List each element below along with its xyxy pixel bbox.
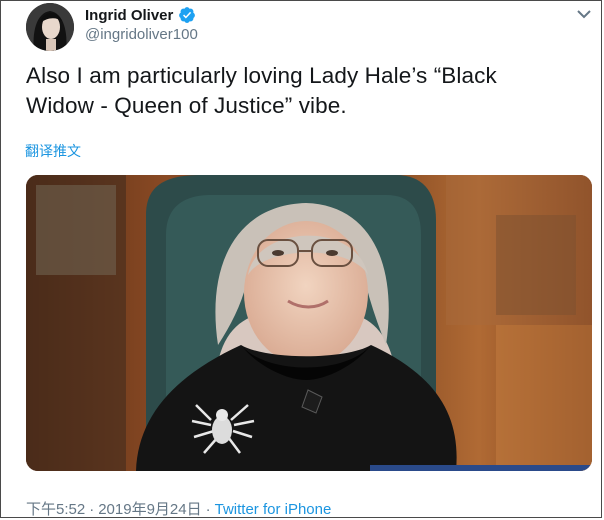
- tweet-date[interactable]: 2019年9月24日: [98, 501, 201, 518]
- tweet-card: Ingrid Oliver @ingridoliver100 Also I am…: [0, 0, 602, 518]
- footer-separator-2: ·: [205, 501, 211, 518]
- avatar-image: [26, 3, 74, 51]
- photo-image: [26, 175, 592, 471]
- tweet-source-link[interactable]: Twitter for iPhone: [215, 501, 332, 518]
- tweet-text-line-2: Widow - Queen of Justice” vibe.: [26, 93, 347, 118]
- translate-tweet-link[interactable]: 翻译推文: [25, 141, 81, 161]
- tweet-text-line-1: Also I am particularly loving Lady Hale’…: [26, 63, 497, 88]
- tweet-photo[interactable]: [26, 175, 592, 471]
- author-handle[interactable]: @ingridoliver100: [85, 26, 198, 43]
- avatar[interactable]: [26, 3, 74, 51]
- tweet-text: Also I am particularly loving Lady Hale’…: [26, 61, 586, 121]
- author-name[interactable]: Ingrid Oliver: [85, 7, 173, 24]
- verified-badge-icon: [179, 7, 196, 23]
- footer-separator-1: ·: [89, 501, 95, 518]
- tweet-time[interactable]: 下午5:52: [26, 501, 85, 518]
- tweet-footer: 下午5:52 · 2019年9月24日 · Twitter for iPhone: [26, 498, 331, 519]
- chevron-down-icon[interactable]: [575, 7, 593, 21]
